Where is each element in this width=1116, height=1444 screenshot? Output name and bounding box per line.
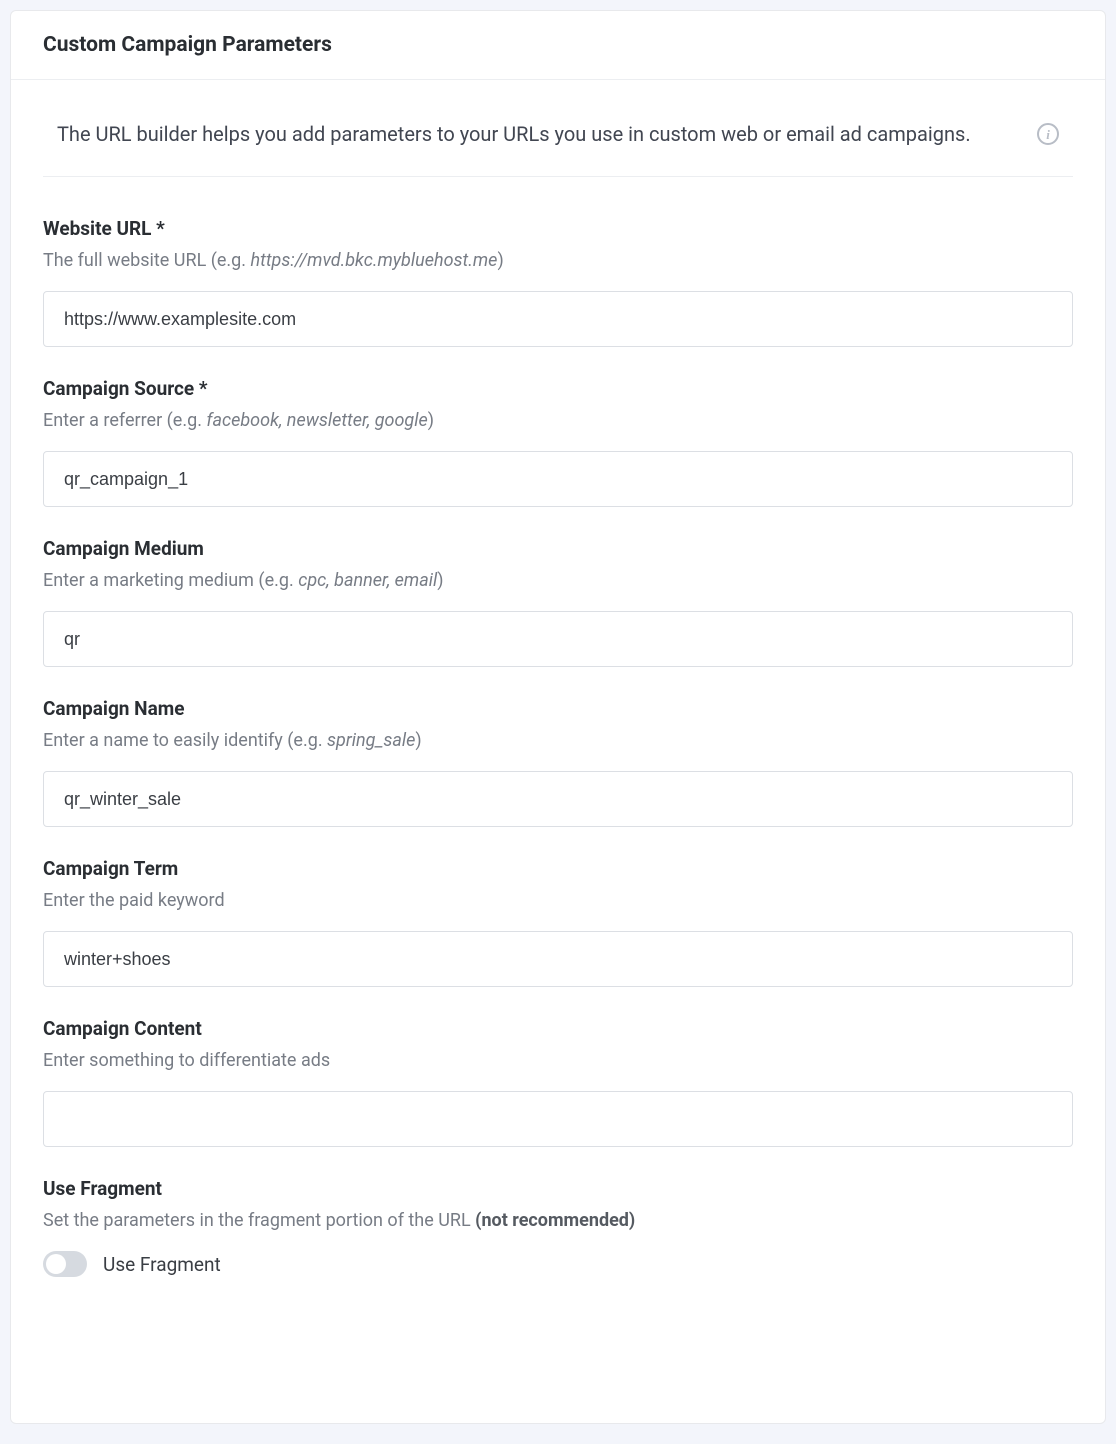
website-url-hint: The full website URL (e.g. https://mvd.b…	[43, 250, 1073, 271]
use-fragment-hint: Set the parameters in the fragment porti…	[43, 1210, 1073, 1231]
hint-example: cpc, banner, email	[298, 570, 437, 591]
campaign-content-input[interactable]	[43, 1091, 1073, 1147]
campaign-source-hint: Enter a referrer (e.g. facebook, newslet…	[43, 410, 1073, 431]
campaign-name-label: Campaign Name	[43, 697, 1073, 720]
campaign-content-hint: Enter something to differentiate ads	[43, 1050, 1073, 1071]
hint-example: spring_sale	[327, 730, 415, 751]
card-header: Custom Campaign Parameters	[11, 11, 1105, 80]
campaign-source-input[interactable]	[43, 451, 1073, 507]
website-url-input[interactable]	[43, 291, 1073, 347]
field-use-fragment: Use Fragment Set the parameters in the f…	[43, 1177, 1073, 1277]
campaign-name-hint: Enter a name to easily identify (e.g. sp…	[43, 730, 1073, 751]
hint-example: https://mvd.bkc.mybluehost.me	[251, 250, 498, 271]
intro-text: The URL builder helps you add parameters…	[57, 120, 971, 148]
toggle-knob	[46, 1254, 66, 1274]
hint-bold: (not recommended)	[475, 1210, 635, 1231]
campaign-term-label: Campaign Term	[43, 857, 1073, 880]
info-icon[interactable]: i	[1037, 123, 1059, 145]
field-campaign-term: Campaign Term Enter the paid keyword	[43, 857, 1073, 987]
fields-container: Website URL * The full website URL (e.g.…	[11, 177, 1105, 1307]
campaign-term-input[interactable]	[43, 931, 1073, 987]
hint-prefix: Enter a name to easily identify (e.g.	[43, 730, 327, 751]
hint-suffix: )	[497, 250, 503, 271]
hint-prefix: Enter a marketing medium (e.g.	[43, 570, 298, 591]
campaign-medium-hint: Enter a marketing medium (e.g. cpc, bann…	[43, 570, 1073, 591]
hint-example: facebook, newsletter, google	[206, 410, 427, 431]
info-icon-glyph: i	[1046, 128, 1050, 141]
campaign-medium-input[interactable]	[43, 611, 1073, 667]
campaign-term-hint: Enter the paid keyword	[43, 890, 1073, 911]
field-campaign-content: Campaign Content Enter something to diff…	[43, 1017, 1073, 1147]
campaign-parameters-card: Custom Campaign Parameters The URL build…	[10, 10, 1106, 1424]
use-fragment-toggle-label: Use Fragment	[103, 1253, 221, 1276]
card-title: Custom Campaign Parameters	[43, 33, 1073, 57]
field-campaign-name: Campaign Name Enter a name to easily ide…	[43, 697, 1073, 827]
campaign-name-input[interactable]	[43, 771, 1073, 827]
campaign-medium-label: Campaign Medium	[43, 537, 1073, 560]
intro-row: The URL builder helps you add parameters…	[43, 110, 1073, 177]
hint-suffix: )	[437, 570, 443, 591]
hint-suffix: )	[428, 410, 434, 431]
use-fragment-label: Use Fragment	[43, 1177, 1073, 1200]
website-url-label: Website URL *	[43, 217, 1073, 240]
campaign-content-label: Campaign Content	[43, 1017, 1073, 1040]
hint-prefix: Set the parameters in the fragment porti…	[43, 1210, 475, 1231]
use-fragment-toggle[interactable]	[43, 1251, 87, 1277]
hint-prefix: Enter a referrer (e.g.	[43, 410, 206, 431]
use-fragment-toggle-row: Use Fragment	[43, 1251, 1073, 1277]
field-campaign-source: Campaign Source * Enter a referrer (e.g.…	[43, 377, 1073, 507]
field-campaign-medium: Campaign Medium Enter a marketing medium…	[43, 537, 1073, 667]
field-website-url: Website URL * The full website URL (e.g.…	[43, 217, 1073, 347]
campaign-source-label: Campaign Source *	[43, 377, 1073, 400]
hint-prefix: The full website URL (e.g.	[43, 250, 251, 271]
hint-suffix: )	[415, 730, 421, 751]
